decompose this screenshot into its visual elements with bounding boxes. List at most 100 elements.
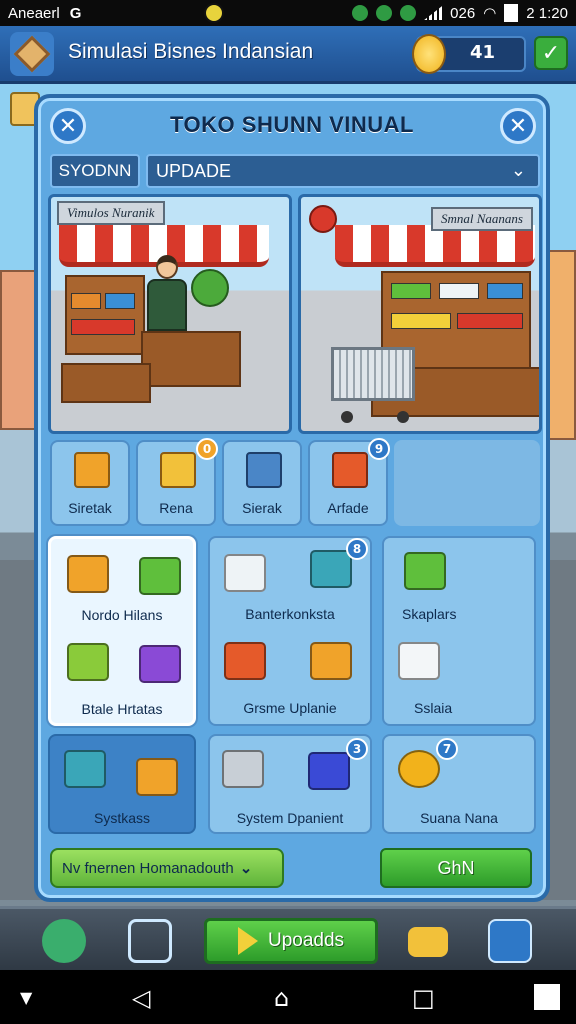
scene-left[interactable]: Vimulos Nuranik (48, 194, 292, 434)
google-icon: G (69, 4, 82, 22)
battery-text: 026 (450, 4, 476, 22)
shelf-left (65, 275, 145, 355)
upgrade-button[interactable]: Upoadds (204, 918, 378, 964)
money-bag-icon (398, 750, 440, 788)
category-select[interactable]: UPDADE ⌄ (146, 154, 540, 188)
tab-siretak[interactable]: Siretak (50, 440, 130, 526)
scene-right-banner-text: Smnal Naanans (441, 211, 523, 226)
bag-icon (67, 555, 109, 593)
tab-label: Siretak (68, 500, 112, 516)
close-button[interactable]: ✕ (500, 108, 536, 144)
game-bottom-bar: Upoadds (0, 906, 576, 970)
counter-front (61, 363, 151, 403)
crown-icon[interactable] (408, 927, 448, 957)
card-badge: 8 (346, 538, 368, 560)
category-label[interactable]: SYODNN (50, 154, 140, 188)
system-nav-bar: ▼ ◁ ⌂ □ (0, 970, 576, 1024)
coin-value: 41 (470, 42, 496, 63)
go-button[interactable]: GhN (380, 848, 532, 888)
card-label: Systkass (93, 810, 150, 826)
upgrade-card-1[interactable]: Nordo Hilans Btale Hrtatas (48, 536, 196, 726)
menu-logo-button[interactable] (10, 32, 54, 76)
tab-rena[interactable]: 0 Rena (136, 438, 218, 526)
battery-icon (504, 4, 519, 22)
tab-sierak[interactable]: Sierak (222, 440, 302, 526)
box-icon (224, 642, 266, 680)
back-icon[interactable]: ◁ (132, 984, 150, 1012)
goods-box (487, 283, 523, 299)
upgrade-card-5[interactable]: 3 System Dpanient (208, 734, 372, 834)
paper-stack-icon (224, 554, 266, 592)
upgrade-card-2[interactable]: 8 Banterkonksta Grsme Uplanie (208, 536, 372, 726)
tab-label: Sierak (242, 500, 282, 516)
nav-dropdown-icon[interactable]: ▼ (20, 988, 32, 1007)
chevron-down-icon: ⌄ (239, 860, 253, 877)
upgrade-card-6[interactable]: 7 Suana Nana (382, 734, 536, 834)
game-header: Simulasi Bisnes Indansian 41 ✓ (0, 26, 576, 84)
recents-icon[interactable]: □ (412, 984, 435, 1012)
cart-wheel (397, 411, 409, 423)
coin-icon (412, 34, 446, 74)
goods-box (439, 283, 479, 299)
bag-icon (74, 452, 110, 488)
chevron-down-icon: ⌄ (510, 160, 526, 180)
goods-box (71, 319, 135, 335)
awning-right (335, 225, 535, 267)
hat-stack-icon (310, 642, 352, 680)
stack-icon (308, 752, 350, 790)
cart-wheel (341, 411, 353, 423)
upgrade-card-3[interactable]: Skaplars Sslaia (382, 536, 536, 726)
monitor-icon (310, 550, 352, 588)
qr-icon[interactable] (534, 984, 560, 1010)
clock-text: 2 1:20 (526, 4, 568, 22)
play-icon (237, 927, 258, 955)
card-label: Nordo Hilans (81, 607, 163, 623)
notification-icon (204, 3, 224, 23)
goods-box (105, 293, 135, 309)
map-icon (13, 35, 51, 73)
signal-icon (424, 6, 443, 20)
money-icon (136, 758, 178, 796)
confirm-button[interactable]: ✓ (534, 36, 568, 70)
card-label: Suana Nana (420, 810, 498, 826)
category-select-value: UPDADE (156, 160, 232, 181)
plant-icon (191, 269, 229, 307)
cart-icon (222, 750, 264, 788)
upgrade-card-4[interactable]: Systkass (48, 734, 196, 834)
bag-icon (67, 643, 109, 681)
options-dropdown-text: Nv fnernen Homanadouth (62, 859, 234, 877)
basket-icon (398, 642, 440, 680)
card-badge: 7 (436, 738, 458, 760)
card-label: Btale Hrtatas (81, 701, 163, 717)
scene-right[interactable]: Smnal Naanans (298, 194, 542, 434)
filter-row: SYODNN UPDADE ⌄ (50, 154, 540, 188)
wifi-icon: ◠ (483, 5, 497, 22)
home-icon[interactable]: ⌂ (274, 984, 289, 1012)
status-bar: Aneaerl G 026 ◠ 2 1:20 (0, 0, 576, 26)
scene-left-banner-text: Vimulos Nuranik (67, 205, 155, 220)
money-stack-icon (160, 452, 196, 488)
card-label: System Dpanient (236, 810, 344, 826)
app-icon-2 (400, 5, 417, 21)
panel-title: TOKO SHUNN VINUAL (170, 112, 414, 137)
carrier-text: Aneaerl (8, 4, 60, 22)
cart-icon (331, 347, 415, 401)
box-icon (404, 552, 446, 590)
tab-arfade[interactable]: 9 Arfade (308, 438, 390, 526)
emblem-icon (309, 205, 337, 233)
coin-stack-icon (139, 557, 181, 595)
card-label: Grsme Uplanie (243, 700, 337, 716)
options-dropdown[interactable]: Nv fnernen Homanadouth ⌄ (50, 848, 284, 888)
card-label: Skaplars (402, 606, 457, 622)
scene-left-banner: Vimulos Nuranik (57, 201, 165, 225)
register-icon (64, 750, 106, 788)
category-tabs: Siretak 0 Rena Sierak 9 Arfade (50, 438, 540, 526)
scene-previews: Vimulos Nuranik Smnal Naanans (48, 194, 542, 434)
app-icon (376, 5, 393, 21)
card-label: Banterkonksta (245, 606, 335, 622)
search-icon[interactable] (128, 919, 172, 963)
shopkeeper (147, 255, 187, 335)
tab-badge: 9 (368, 438, 390, 460)
next-icon[interactable] (488, 919, 532, 963)
money-icon[interactable] (42, 919, 86, 963)
